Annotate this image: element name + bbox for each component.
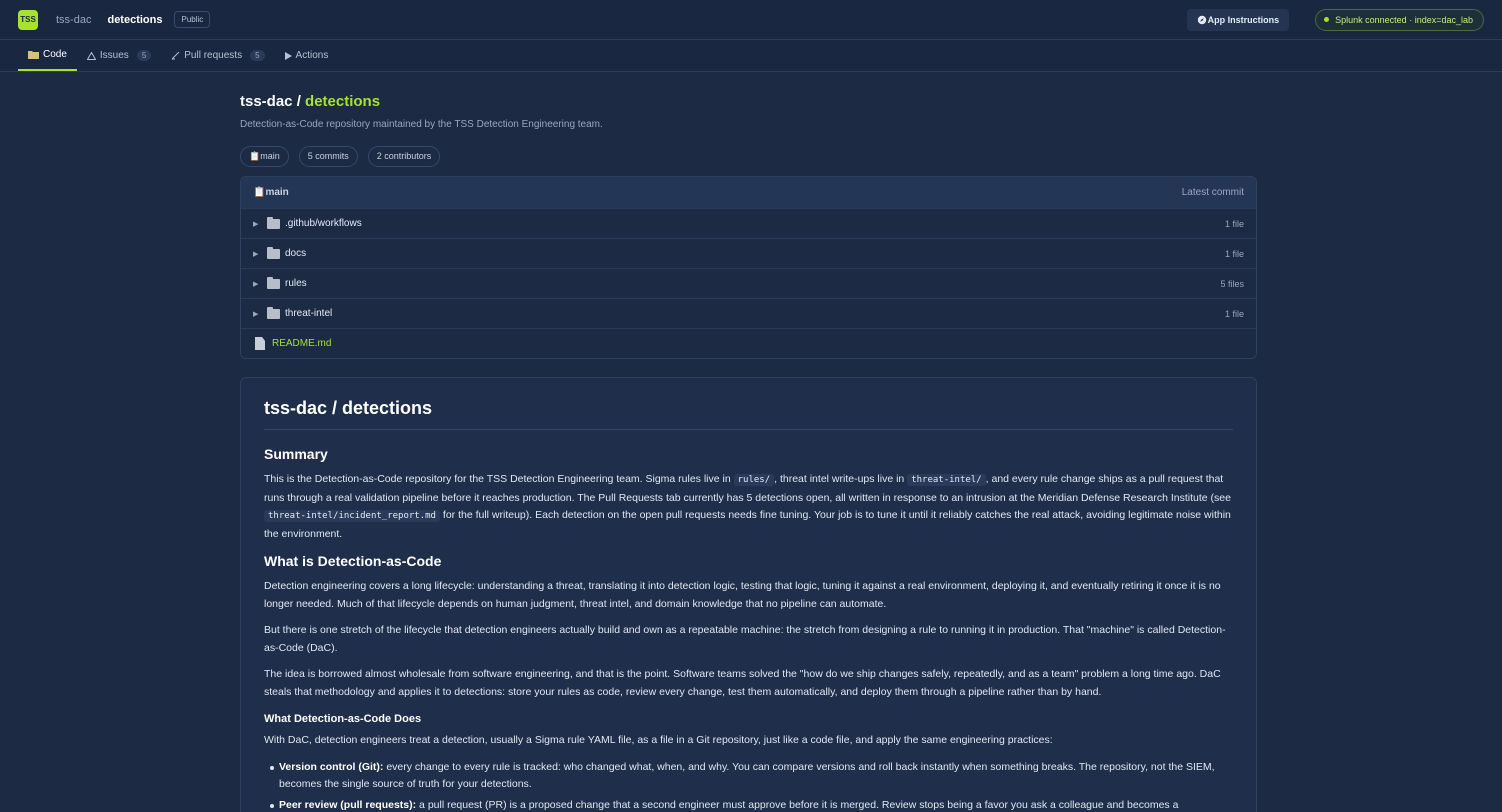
branch-pill[interactable]: 📋main — [240, 146, 289, 167]
file-count: 5 files — [1220, 278, 1244, 289]
readme-file-link[interactable]: README.md — [272, 338, 331, 349]
folder-name[interactable]: rules — [285, 278, 307, 289]
readme-panel: tss-dac / detections Summary This is the… — [240, 377, 1257, 812]
tab-code-label: Code — [43, 49, 67, 60]
org-link[interactable]: tss-dac — [56, 14, 91, 26]
folder-name[interactable]: .github/workflows — [285, 218, 362, 229]
folder-icon — [267, 276, 280, 289]
folder-row[interactable]: ▶ .github/workflows 1 file — [241, 208, 1256, 238]
list-item-text: every change to every rule is tracked: w… — [279, 760, 1215, 791]
folder-row[interactable]: ▶ docs 1 file — [241, 238, 1256, 268]
body-paragraph: With DaC, detection engineers treat a de… — [264, 734, 1053, 746]
pull-request-icon — [171, 51, 180, 60]
file-count: 1 file — [1224, 218, 1244, 229]
inline-code: threat-intel/incident_report.md — [264, 510, 440, 522]
expand-caret-icon[interactable]: ▶ — [253, 250, 267, 258]
folder-icon — [267, 246, 280, 259]
file-count: 1 file — [1224, 308, 1244, 319]
repo-stats: 📋main 5 commits 2 contributors — [240, 146, 1257, 167]
expand-caret-icon[interactable]: ▶ — [253, 220, 267, 228]
tab-actions[interactable]: Actions — [275, 40, 339, 71]
inline-code: rules/ — [733, 474, 775, 486]
file-browser-branch: 📋main — [253, 187, 289, 198]
main-content: tss-dac / detections Detection-as-Code r… — [240, 72, 1257, 812]
play-icon — [284, 51, 292, 60]
warning-icon — [86, 51, 96, 60]
list-item: Peer review (pull requests): a pull requ… — [270, 797, 1233, 812]
latest-commit-label: Latest commit — [1181, 187, 1244, 198]
file-browser-branch-label: main — [265, 187, 289, 198]
file-browser: 📋main Latest commit ▶ .github/workflows … — [240, 176, 1257, 359]
body-paragraph: Detection engineering covers a long life… — [264, 580, 1221, 610]
file-count: 1 file — [1224, 248, 1244, 259]
what-dac-does-heading: What Detection-as-Code Does — [264, 713, 422, 725]
top-bar: TSS tss-dac detections Public App Instru… — [0, 0, 1502, 40]
status-dot-icon — [1324, 17, 1330, 22]
repo-name[interactable]: detections — [107, 14, 162, 26]
tab-pull-requests[interactable]: Pull requests 5 — [161, 40, 274, 71]
body-paragraph: But there is one stretch of the lifecycl… — [264, 624, 1226, 654]
commits-pill[interactable]: 5 commits — [298, 146, 358, 167]
repo-nav-tabs: Code Issues 5 Pull requests 5 Actions — [0, 40, 1502, 72]
folder-row[interactable]: ▶ threat-intel 1 file — [241, 298, 1256, 328]
readme-title: tss-dac / detections — [264, 398, 1233, 430]
tab-actions-label: Actions — [295, 50, 329, 61]
title-repo[interactable]: detections — [305, 93, 380, 110]
compass-icon — [1197, 15, 1206, 24]
connection-status-text: Splunk connected · index=dac_lab — [1335, 14, 1473, 25]
folder-icon — [267, 306, 280, 319]
clipboard-icon: 📋 — [249, 151, 261, 161]
tab-issues[interactable]: Issues 5 — [77, 40, 161, 71]
summary-text: This is the Detection-as-Code repository… — [264, 473, 734, 485]
folder-name[interactable]: docs — [285, 248, 306, 259]
page-title: tss-dac / detections — [240, 93, 1257, 110]
connection-status-badge: Splunk connected · index=dac_lab — [1315, 8, 1484, 31]
list-item-text: a pull request (PR) is a proposed change… — [416, 798, 1179, 811]
expand-caret-icon[interactable]: ▶ — [253, 280, 267, 288]
contributors-pill[interactable]: 2 contributors — [367, 146, 441, 167]
inline-code: threat-intel/ — [907, 474, 986, 486]
app-logo[interactable]: TSS — [18, 9, 38, 30]
title-separator: / — [292, 93, 306, 110]
visibility-badge: Public — [174, 11, 211, 28]
file-row[interactable]: README.md — [241, 328, 1256, 358]
folder-row[interactable]: ▶ rules 5 files — [241, 268, 1256, 298]
issues-count-badge: 5 — [136, 50, 152, 61]
branch-pill-label: main — [260, 151, 280, 161]
file-icon — [255, 337, 265, 350]
tab-pull-requests-label: Pull requests — [184, 50, 243, 61]
pull-requests-count-badge: 5 — [250, 50, 265, 61]
summary-text: , threat intel write-ups live in — [774, 473, 908, 485]
file-browser-header: 📋main Latest commit — [241, 177, 1256, 208]
folder-icon — [267, 216, 280, 229]
folder-icon — [28, 51, 39, 59]
summary-paragraph: This is the Detection-as-Code repository… — [264, 471, 1233, 543]
title-org: tss-dac — [240, 93, 293, 110]
list-item-term: Version control (Git): — [279, 760, 384, 773]
summary-heading: Summary — [264, 446, 328, 462]
body-paragraph: The idea is borrowed almost wholesale fr… — [264, 668, 1221, 698]
app-instructions-label: App Instructions — [1207, 14, 1280, 25]
folder-name[interactable]: threat-intel — [285, 308, 332, 319]
app-instructions-button[interactable]: App Instructions — [1186, 8, 1290, 31]
list-item: Version control (Git): every change to e… — [270, 759, 1233, 794]
practices-list: Version control (Git): every change to e… — [264, 759, 1233, 812]
tab-code[interactable]: Code — [18, 40, 77, 71]
clipboard-icon: 📋 — [253, 187, 266, 198]
tab-issues-label: Issues — [99, 50, 129, 61]
expand-caret-icon[interactable]: ▶ — [253, 310, 267, 318]
list-item-term: Peer review (pull requests): — [279, 798, 417, 811]
what-is-dac-heading: What is Detection-as-Code — [264, 553, 442, 569]
repo-description: Detection-as-Code repository maintained … — [240, 119, 603, 130]
